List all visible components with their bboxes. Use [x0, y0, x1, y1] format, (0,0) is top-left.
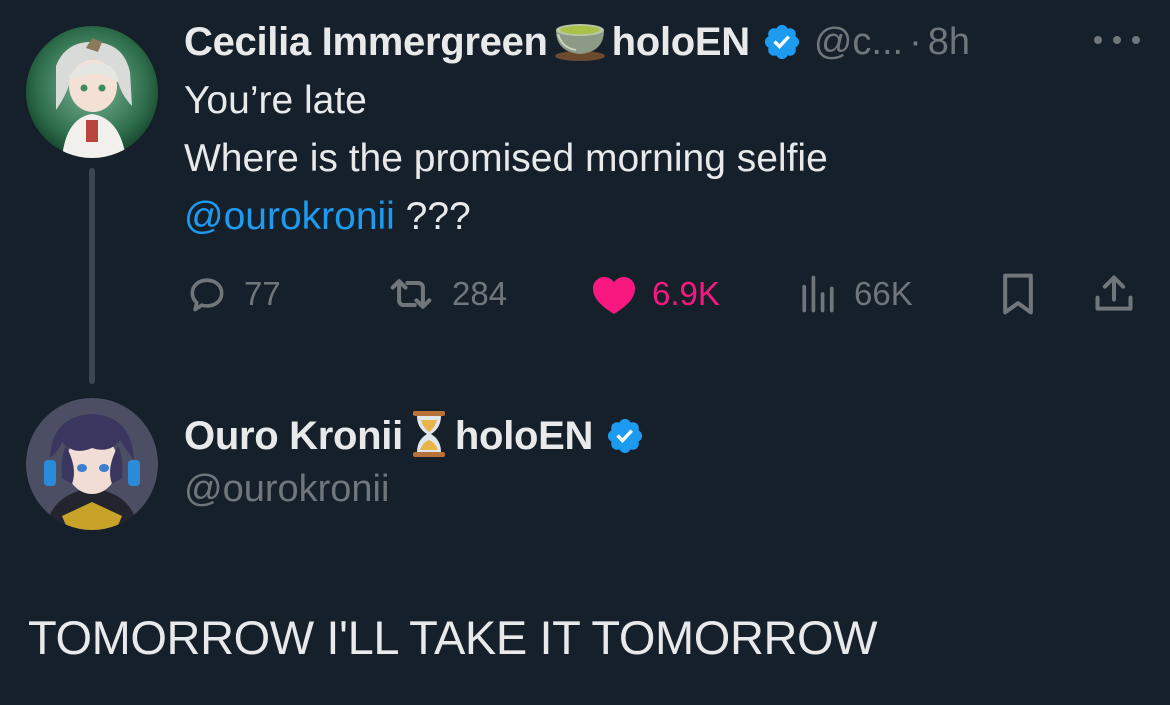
- author-affiliation: holoEN: [611, 19, 750, 64]
- tweet-thread: Cecilia Immergreen holoEN @c... · 8h You…: [0, 0, 1170, 705]
- tweet-line-2: Where is the promised morning selfie: [184, 137, 828, 180]
- reply-author-name[interactable]: Ouro Kronii: [184, 414, 403, 459]
- reply-count: 77: [244, 275, 281, 312]
- reply-button[interactable]: 77: [184, 270, 281, 318]
- mention-link[interactable]: @ourokronii: [184, 195, 395, 238]
- reply-author-handle[interactable]: @ourokronii: [184, 468, 389, 511]
- author-name[interactable]: Cecilia Immergreen: [184, 20, 548, 65]
- reply-body: TOMORROW I'LL TAKE IT TOMORROW: [28, 611, 878, 664]
- share-button[interactable]: [1090, 270, 1138, 318]
- separator-dot: ·: [909, 20, 922, 63]
- hourglass-icon: [411, 410, 447, 463]
- tweet-actions-bar: 77 284 6.9K 66K: [184, 270, 1144, 318]
- kronii-avatar[interactable]: [26, 398, 158, 530]
- verified-badge-icon[interactable]: [605, 416, 645, 456]
- more-options-icon[interactable]: [1094, 30, 1140, 50]
- reply-header: Ouro Kronii holoEN: [184, 410, 645, 463]
- reply-author-affiliation: holoEN: [454, 413, 594, 458]
- like-button[interactable]: 6.9K: [590, 270, 720, 318]
- mention-suffix: ???: [394, 195, 471, 238]
- like-count: 6.9K: [652, 275, 720, 312]
- tweet-line-3: @ourokronii ???: [184, 188, 828, 246]
- bookmark-icon: [1003, 273, 1033, 315]
- tweet-header: Cecilia Immergreen holoEN @c... · 8h: [184, 18, 970, 66]
- tweet-timestamp[interactable]: 8h: [928, 21, 970, 64]
- tweet-line-1: You’re late: [184, 79, 367, 122]
- cecilia-avatar[interactable]: [26, 26, 158, 158]
- views-button[interactable]: 66K: [796, 270, 913, 318]
- tea-cup-icon: [552, 18, 608, 67]
- thread-connector-line: [89, 168, 95, 384]
- share-icon: [1095, 275, 1133, 311]
- reply-icon: [190, 278, 224, 312]
- repost-button[interactable]: 284: [384, 270, 507, 318]
- repost-count: 284: [452, 275, 508, 312]
- analytics-icon: [802, 275, 834, 313]
- tweet-body: You’re late Where is the promised mornin…: [184, 72, 828, 246]
- heart-icon: [593, 277, 635, 314]
- author-handle[interactable]: @c...: [814, 21, 903, 64]
- repost-icon: [390, 279, 432, 309]
- view-count: 66K: [854, 275, 913, 312]
- bookmark-button[interactable]: [998, 270, 1038, 318]
- verified-badge-icon[interactable]: [762, 22, 802, 62]
